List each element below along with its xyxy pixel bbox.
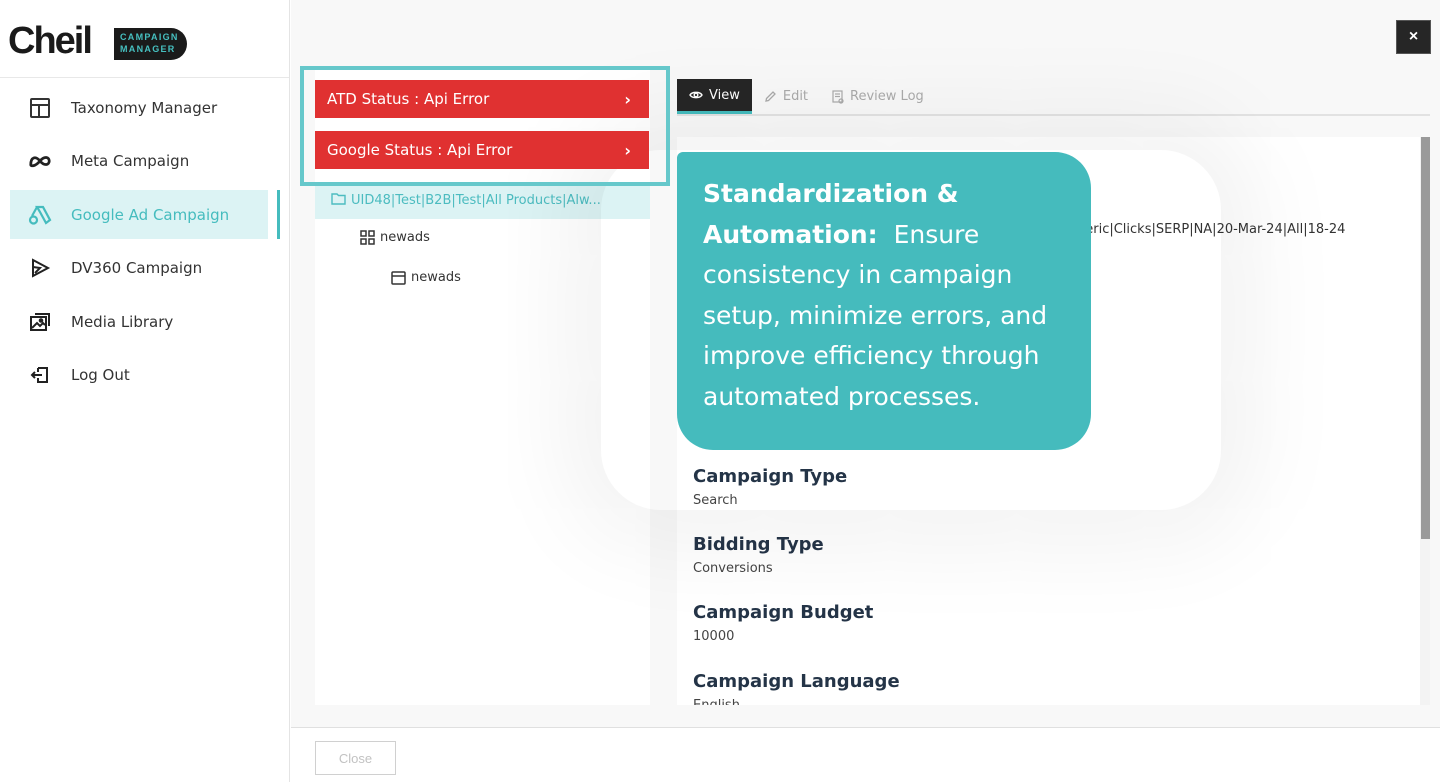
sidebar-item-label: Log Out <box>71 366 130 384</box>
tab-label: View <box>709 87 740 103</box>
sidebar-item-meta-campaign[interactable]: Meta Campaign <box>10 137 279 186</box>
close-icon: × <box>1408 28 1419 45</box>
google-status-label: Google Status : Api Error <box>327 141 513 159</box>
field-value: Search <box>693 493 738 508</box>
logout-icon <box>28 363 52 387</box>
detail-scrollbar-thumb[interactable] <box>1421 137 1430 539</box>
tree-campaign-label: UID48|Test|B2B|Test|All Products|Alw... <box>351 193 601 208</box>
folder-icon <box>331 192 346 209</box>
sidebar-item-label: Media Library <box>71 312 174 331</box>
field-label: Campaign Budget <box>693 602 874 623</box>
field-label: Bidding Type <box>693 534 824 555</box>
tree-campaign-node[interactable]: UID48|Test|B2B|Test|All Products|Alw... <box>315 182 650 219</box>
field-label: Campaign Type <box>693 466 848 487</box>
feature-callout: Standardization & Automation: Ensure con… <box>677 152 1091 450</box>
campaign-detail-modal: × UID48|Test|B2B|Test|All Products|Alw..… <box>291 0 1440 782</box>
detail-tabs: View Edit Review Log <box>677 79 1430 116</box>
field-value: 10000 <box>693 629 735 644</box>
tree-ad-group-label: newads <box>380 230 430 245</box>
google-ads-icon <box>28 203 52 227</box>
field-campaign-budget: Campaign Budget 10000 <box>693 602 873 644</box>
tree-ad-label: newads <box>411 270 461 285</box>
pencil-icon <box>764 90 777 103</box>
atd-status-label: ATD Status : Api Error <box>327 90 490 108</box>
sidebar-item-dv360-campaign[interactable]: DV360 Campaign <box>10 244 279 293</box>
sidebar-item-label: Meta Campaign <box>71 152 190 170</box>
dv360-icon <box>28 256 52 280</box>
grid-icon <box>360 230 375 245</box>
field-label: Campaign Language <box>693 671 900 692</box>
logo-badge-line1: CAMPAIGN <box>120 32 179 42</box>
tab-edit[interactable]: Edit <box>752 79 820 114</box>
tab-label: Edit <box>782 89 809 104</box>
modal-close-button[interactable]: × <box>1396 20 1431 54</box>
sidebar-item-label: Taxonomy Manager <box>71 98 218 117</box>
tab-view[interactable]: View <box>677 79 752 114</box>
sidebar: Cheil CAMPAIGN MANAGER Taxonomy Manager … <box>0 0 290 782</box>
sidebar-item-media-library[interactable]: Media Library <box>10 297 279 346</box>
sidebar-item-label: Google Ad Campaign <box>71 205 230 224</box>
layout-icon <box>28 96 52 120</box>
sidebar-item-taxonomy-manager[interactable]: Taxonomy Manager <box>10 83 279 132</box>
logo: Cheil CAMPAIGN MANAGER <box>0 0 289 78</box>
sidebar-item-log-out[interactable]: Log Out <box>10 351 279 400</box>
tree-ad-node[interactable]: newads <box>391 270 461 285</box>
sidebar-item-label: DV360 Campaign <box>71 259 203 277</box>
sidebar-nav: Taxonomy Manager Meta Campaign Google Ad… <box>0 78 289 400</box>
google-status-button[interactable]: Google Status : Api Error › <box>315 131 649 169</box>
media-library-icon <box>28 310 52 334</box>
field-campaign-language: Campaign Language English <box>693 671 900 705</box>
field-campaign-type: Campaign Type Search <box>693 466 847 508</box>
logo-wordmark: Cheil <box>8 20 93 62</box>
eye-icon <box>689 90 703 100</box>
window-icon <box>391 270 406 285</box>
tab-review-log[interactable]: Review Log <box>820 79 936 114</box>
campaign-name-value: neric|Clicks|SERP|NA|20-Mar-24|All|18-24 <box>1077 222 1346 237</box>
document-icon <box>832 89 844 104</box>
sidebar-item-google-ad-campaign[interactable]: Google Ad Campaign <box>10 190 280 239</box>
close-button[interactable]: Close <box>315 741 396 775</box>
atd-status-button[interactable]: ATD Status : Api Error › <box>315 80 649 118</box>
field-value: Conversions <box>693 561 773 576</box>
modal-footer: Close <box>291 727 1440 782</box>
chevron-right-icon: › <box>624 89 631 109</box>
logo-badge: CAMPAIGN MANAGER <box>114 28 187 60</box>
field-value: English <box>693 698 900 705</box>
meta-icon <box>28 149 52 173</box>
tree-ad-group-node[interactable]: newads <box>360 230 430 245</box>
chevron-right-icon: › <box>624 140 631 160</box>
logo-badge-line2: MANAGER <box>120 44 176 54</box>
field-bidding-type: Bidding Type Conversions <box>693 534 824 576</box>
tab-label: Review Log <box>850 89 924 104</box>
